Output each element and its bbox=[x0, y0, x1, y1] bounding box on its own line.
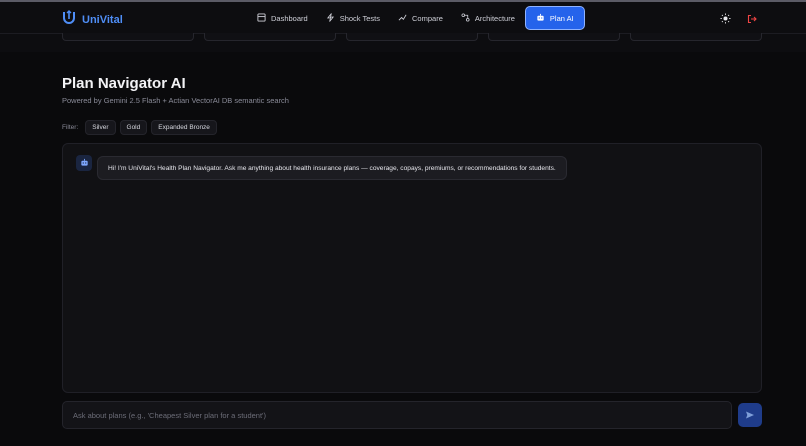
stat-card-edge bbox=[204, 33, 336, 41]
nav-plan-ai-label: Plan AI bbox=[549, 13, 574, 23]
chat-input-wrapper bbox=[62, 401, 732, 429]
nav-shock-tests-label: Shock Tests bbox=[339, 13, 381, 23]
nav-compare-label: Compare bbox=[412, 13, 443, 23]
brand[interactable]: UniVital bbox=[62, 10, 123, 29]
filter-label: Filter: bbox=[62, 124, 79, 131]
nav-compare[interactable]: Compare bbox=[391, 7, 450, 29]
chat-panel[interactable]: Hi! I'm UniVital's Health Plan Navigator… bbox=[62, 143, 762, 393]
page-title: Plan Navigator AI bbox=[62, 75, 186, 92]
send-icon bbox=[745, 408, 755, 423]
bot-icon bbox=[536, 13, 545, 24]
nav-actions bbox=[720, 11, 757, 29]
nav-dashboard[interactable]: Dashboard bbox=[250, 7, 315, 29]
sun-icon[interactable] bbox=[720, 11, 731, 29]
main-nav: Dashboard Shock Tests Compare Architectu… bbox=[250, 7, 584, 29]
filter-chip-gold[interactable]: Gold bbox=[119, 120, 148, 135]
assistant-avatar bbox=[76, 155, 92, 171]
dashboard-icon bbox=[257, 12, 266, 24]
stat-cards-strip bbox=[62, 33, 762, 41]
stat-card-edge bbox=[488, 33, 620, 41]
nav-dashboard-label: Dashboard bbox=[271, 13, 308, 23]
logout-icon[interactable] bbox=[747, 11, 757, 29]
stat-card-edge bbox=[630, 33, 762, 41]
brand-name: UniVital bbox=[82, 13, 123, 26]
filter-row: Filter: Silver Gold Expanded Bronze bbox=[62, 120, 217, 135]
nav-plan-ai[interactable]: Plan AI bbox=[525, 7, 584, 29]
chat-input[interactable] bbox=[63, 402, 731, 428]
architecture-icon bbox=[461, 12, 470, 24]
assistant-message: Hi! I'm UniVital's Health Plan Navigator… bbox=[97, 156, 567, 180]
page-subtitle: Powered by Gemini 2.5 Flash + Actian Vec… bbox=[62, 96, 289, 105]
nav-shock-tests[interactable]: Shock Tests bbox=[319, 7, 387, 29]
stat-card-edge bbox=[346, 33, 478, 41]
filter-chip-silver[interactable]: Silver bbox=[85, 120, 116, 135]
send-button[interactable] bbox=[738, 403, 762, 427]
bolt-icon bbox=[326, 12, 335, 24]
top-navbar: UniVital Dashboard Shock Tests Compare A… bbox=[0, 2, 806, 34]
nav-architecture-label: Architecture bbox=[474, 13, 515, 23]
nav-architecture[interactable]: Architecture bbox=[454, 7, 522, 29]
compare-icon bbox=[398, 13, 407, 24]
bot-icon bbox=[80, 154, 89, 172]
univital-logo-icon bbox=[62, 10, 76, 29]
stat-card-edge bbox=[62, 33, 194, 41]
filter-chip-expanded-bronze[interactable]: Expanded Bronze bbox=[151, 120, 217, 135]
